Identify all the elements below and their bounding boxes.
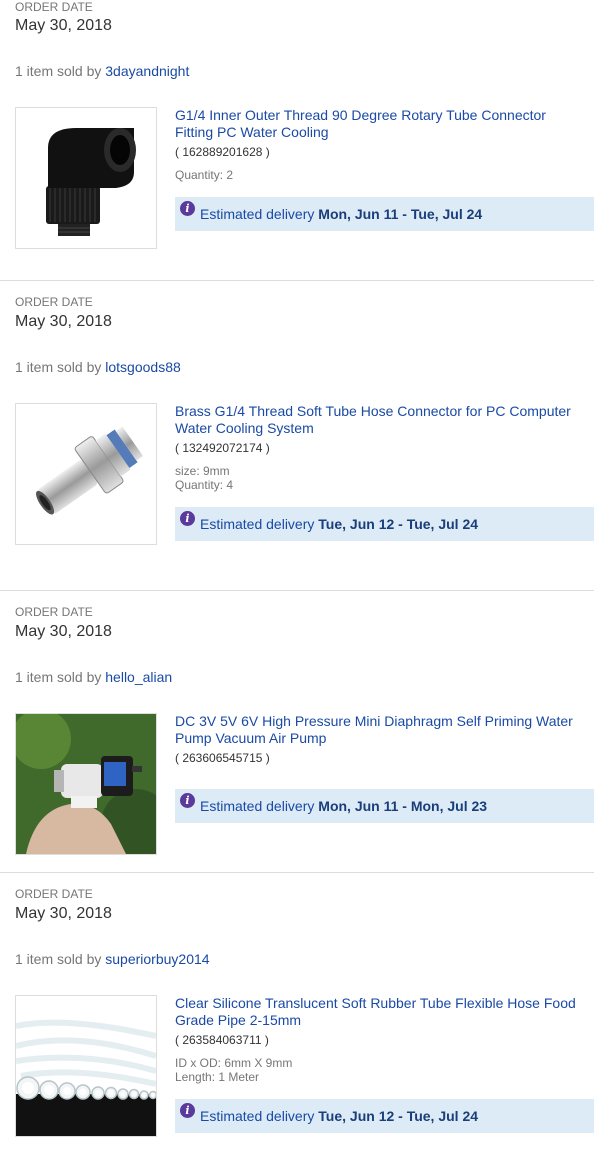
info-icon: i <box>180 793 195 808</box>
item-number: ( 263584063711 ) <box>175 1033 269 1047</box>
info-icon: i <box>180 511 195 526</box>
item-quantity: Quantity: 4 <box>175 478 234 492</box>
estimated-delivery-banner: i Estimated delivery Mon, Jun 11 - Tue, … <box>175 197 594 231</box>
delivery-range: Mon, Jun 11 - Mon, Jul 23 <box>318 798 488 814</box>
sold-by-text: 1 item sold by <box>15 669 102 685</box>
seller-link[interactable]: superiorbuy2014 <box>105 951 209 967</box>
item-thumbnail[interactable] <box>15 107 157 249</box>
info-icon: i <box>180 1103 195 1118</box>
seller-line: 1 item sold by lotsgoods88 <box>15 358 181 376</box>
item-number: ( 162889201628 ) <box>175 145 270 159</box>
item-title-line: Pump Vacuum Air Pump <box>175 730 327 746</box>
sold-by-text: 1 item sold by <box>15 359 102 375</box>
sold-by-text: 1 item sold by <box>15 951 102 967</box>
seller-line: 1 item sold by hello_alian <box>15 668 172 686</box>
diaphragm-pump-image <box>16 714 156 854</box>
item-title-line: Fitting PC Water Cooling <box>175 124 329 140</box>
delivery-range: Tue, Jun 12 - Tue, Jul 24 <box>318 1108 479 1124</box>
order-card: ORDER DATE May 30, 2018 1 item sold by l… <box>0 295 594 591</box>
order-date-label: ORDER DATE <box>15 0 93 14</box>
item-title-line: DC 3V 5V 6V High Pressure Mini Diaphragm… <box>175 713 573 729</box>
item-thumbnail[interactable] <box>15 403 157 545</box>
item-title-link[interactable]: Clear Silicone Translucent Soft Rubber T… <box>175 995 593 1029</box>
seller-link[interactable]: lotsgoods88 <box>105 359 181 375</box>
silicone-tube-image <box>16 996 156 1136</box>
estimated-delivery-banner: i Estimated delivery Tue, Jun 12 - Tue, … <box>175 1099 594 1133</box>
order-date: May 30, 2018 <box>15 623 112 640</box>
order-date-label: ORDER DATE <box>15 887 93 901</box>
elbow-connector-image <box>46 128 136 236</box>
delivery-range: Tue, Jun 12 - Tue, Jul 24 <box>318 516 479 532</box>
estimated-delivery-banner: i Estimated delivery Mon, Jun 11 - Mon, … <box>175 789 594 823</box>
item-title-link[interactable]: Brass G1/4 Thread Soft Tube Hose Connect… <box>175 403 593 437</box>
item-quantity: Quantity: 2 <box>175 168 234 182</box>
seller-line: 1 item sold by 3dayandnight <box>15 62 189 80</box>
delivery-range: Mon, Jun 11 - Tue, Jul 24 <box>318 206 483 222</box>
brass-hose-connector-image <box>36 426 144 515</box>
item-thumbnail[interactable] <box>15 995 157 1137</box>
item-title-link[interactable]: G1/4 Inner Outer Thread 90 Degree Rotary… <box>175 107 593 141</box>
order-date-label: ORDER DATE <box>15 605 93 619</box>
item-number: ( 132492072174 ) <box>175 441 270 455</box>
info-icon: i <box>180 201 195 216</box>
item-thumbnail[interactable] <box>15 713 157 855</box>
order-date: May 30, 2018 <box>15 17 112 34</box>
item-title-line: G1/4 Inner Outer Thread 90 Degree Rotary… <box>175 107 546 123</box>
seller-line: 1 item sold by superiorbuy2014 <box>15 950 210 968</box>
item-title-line: Grade Pipe 2-15mm <box>175 1012 302 1028</box>
seller-link[interactable]: hello_alian <box>105 669 172 685</box>
delivery-label: Estimated delivery <box>200 516 315 532</box>
order-date-label: ORDER DATE <box>15 295 93 309</box>
delivery-label: Estimated delivery <box>200 1108 315 1124</box>
order-card: ORDER DATE May 30, 2018 1 item sold by h… <box>0 605 594 873</box>
item-spec-id-od: ID x OD: 6mm X 9mm <box>175 1056 293 1070</box>
order-card: ORDER DATE May 30, 2018 1 item sold by s… <box>0 887 594 1175</box>
sold-by-text: 1 item sold by <box>15 63 102 79</box>
order-date: May 30, 2018 <box>15 313 112 330</box>
delivery-label: Estimated delivery <box>200 798 315 814</box>
item-size: size: 9mm <box>175 464 230 478</box>
item-title-link[interactable]: DC 3V 5V 6V High Pressure Mini Diaphragm… <box>175 713 593 747</box>
item-title-line: Brass G1/4 Thread Soft Tube Hose Connect… <box>175 403 571 419</box>
seller-link[interactable]: 3dayandnight <box>105 63 189 79</box>
item-number: ( 263606545715 ) <box>175 751 270 765</box>
delivery-label: Estimated delivery <box>200 206 315 222</box>
order-card: ORDER DATE May 30, 2018 1 item sold by 3… <box>0 0 594 281</box>
item-spec-length: Length: 1 Meter <box>175 1070 260 1084</box>
item-title-line: Clear Silicone Translucent Soft Rubber T… <box>175 995 576 1011</box>
item-title-line: Water Cooling System <box>175 420 314 436</box>
estimated-delivery-banner: i Estimated delivery Tue, Jun 12 - Tue, … <box>175 507 594 541</box>
order-date: May 30, 2018 <box>15 905 112 922</box>
